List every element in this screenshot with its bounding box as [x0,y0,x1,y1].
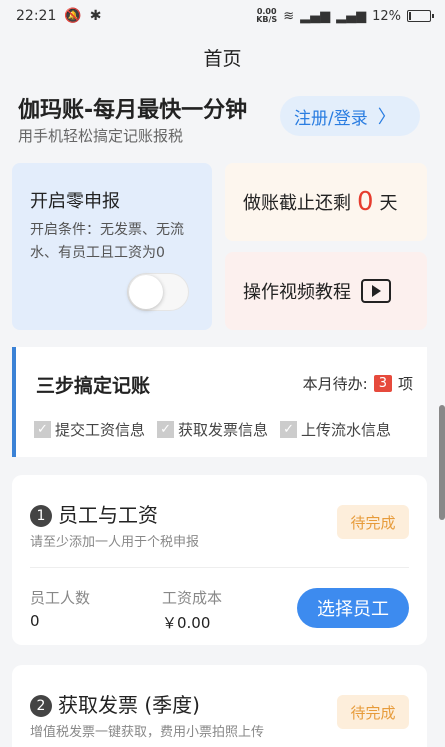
video-tutorial-card[interactable]: 操作视频教程 [225,252,427,330]
divider [30,567,409,568]
deadline-card[interactable]: 做账截止还剩 0 天 [225,163,427,241]
checkbox-icon: ✓ [280,421,298,438]
step-item-invoice[interactable]: ✓ 获取发票信息 [157,419,268,440]
employee-title-text: 员工与工资 [58,503,158,527]
step-item-flow[interactable]: ✓ 上传流水信息 [280,419,391,440]
zero-report-title: 开启零申报 [30,191,120,212]
invoice-card-title: 2 获取发票 (季度) [30,689,200,718]
steps-title: 三步搞定记账 [36,375,151,397]
step-label: 上传流水信息 [301,421,392,439]
todo-suffix: 项 [397,375,413,393]
zero-report-card: 开启零申报 开启条件：无发票、无流水、有员工且工资为0 [12,163,212,330]
status-bar: 22:21 🔕 ✱ 0.00 KB/S ≋ ▂▄▆ ▂▄▆ 12% [0,0,445,32]
step-label: 获取发票信息 [178,421,269,439]
employee-card-subtitle: 请至少添加一人用于个税申报 [30,535,200,550]
employee-count: 员工人数 0 [30,587,90,630]
wifi-icon: ≋ [283,8,295,24]
invoice-card: 2 获取发票 (季度) 增值税发票一键获取，费用小票拍照上传 待完成 [12,665,427,747]
clock: 22:21 [16,8,57,24]
zero-report-toggle[interactable] [127,273,189,311]
todo-count-badge: 3 [373,375,392,392]
step-number: 1 [30,505,52,527]
brand-subtitle: 用手机轻松搞定记账报税 [18,127,184,145]
employee-count-label: 员工人数 [30,589,91,607]
status-badge: 待完成 [337,505,409,539]
battery-icon [407,10,434,22]
step-number: 2 [30,695,52,717]
page-title: 首页 [203,48,242,70]
chevron-right-icon: 〉 [377,107,396,128]
toggle-knob [129,275,163,309]
select-employee-button[interactable]: 选择员工 [297,588,409,628]
battery-percent: 12% [372,8,401,24]
salary-cost-value: ￥0.00 [162,614,211,632]
zero-report-desc: 开启条件：无发票、无流水、有员工且工资为0 [30,222,184,261]
login-button[interactable]: 注册/登录 〉 [280,96,420,136]
invoice-card-subtitle: 增值税发票一键获取，费用小票拍照上传 [30,725,265,740]
video-tutorial-label: 操作视频教程 [243,282,351,303]
steps-card: 三步搞定记账 本月待办: 3 项 ✓ 提交工资信息 ✓ 获取发票信息 ✓ 上传流水信息 [12,347,427,457]
checkbox-icon: ✓ [34,421,51,438]
signal-icon: ▂▄▆ [300,8,331,24]
deadline-prefix: 做账截止还剩 [243,193,351,214]
play-video-icon [361,279,391,303]
salary-cost: 工资成本 ￥0.00 [162,587,222,633]
signal-4g-icon: ▂▄▆ [336,8,367,24]
salary-cost-label: 工资成本 [162,589,223,607]
step-item-salary[interactable]: ✓ 提交工资信息 [34,419,145,440]
scrollbar[interactable] [439,405,445,520]
net-speed: 0.00 KB/S [256,7,278,24]
employee-count-value: 0 [30,612,40,630]
brand-title: 伽玛账-每月最快一分钟 [18,98,248,123]
employee-card: 1 员工与工资 请至少添加一人用于个税申报 待完成 员工人数 0 工资成本 ￥0.00… [12,475,427,645]
login-label: 注册/登录 [294,108,368,129]
employee-card-title: 1 员工与工资 [30,499,158,528]
checkbox-icon: ✓ [157,421,175,438]
bluetooth-icon: ✱ [89,8,102,24]
status-badge: 待完成 [337,695,409,729]
step-label: 提交工资信息 [55,421,146,439]
deadline-suffix: 天 [379,193,398,214]
todo-label: 本月待办: [302,375,368,393]
monthly-todo: 本月待办: 3 项 [303,373,413,394]
invoice-title-text: 获取发票 (季度) [58,693,200,717]
mute-icon: 🔕 [64,8,82,24]
deadline-days: 0 [357,187,374,217]
